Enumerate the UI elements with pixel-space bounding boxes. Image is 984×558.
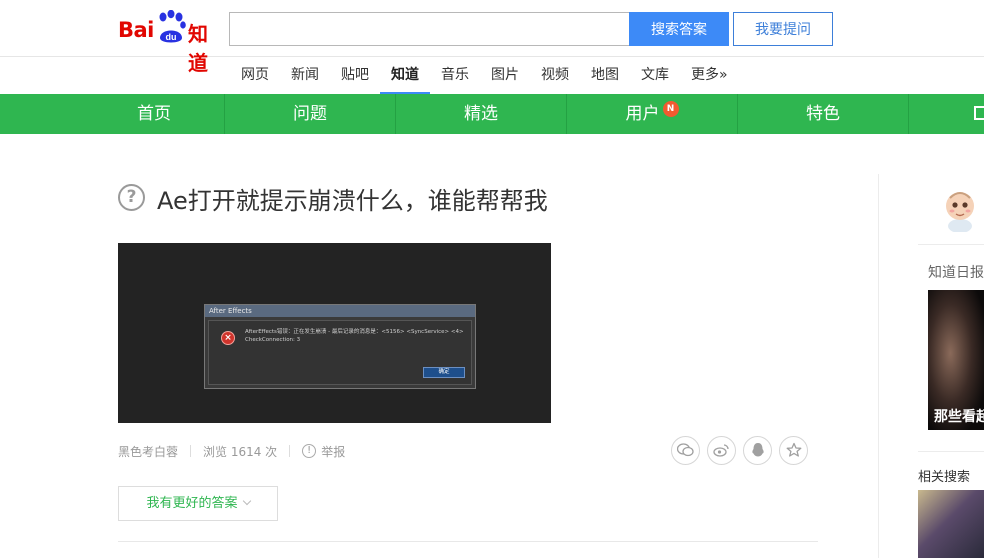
- top-header: Bai du 知道 搜索答案 我要提问: [0, 0, 984, 75]
- dialog-body: × AfterEffects错误：正在发生崩溃 - 最后记录的消息是：<5156…: [208, 320, 472, 385]
- logo-text-bai: Bai: [118, 18, 154, 42]
- favorite-star-icon[interactable]: [779, 436, 808, 465]
- report-link[interactable]: 举报: [321, 443, 345, 460]
- search-input[interactable]: [229, 12, 630, 46]
- error-dialog-image: After Effects × AfterEffects错误：正在发生崩溃 - …: [204, 304, 476, 389]
- menu-item-home[interactable]: 首页: [84, 94, 224, 134]
- sidebar-divider: [918, 451, 984, 452]
- channel-video[interactable]: 视频: [530, 57, 580, 94]
- question-meta: 黑色考白蓉 浏览 1614 次 ! 举报: [118, 442, 345, 460]
- related-search-thumbnail[interactable]: [918, 490, 984, 558]
- zhidao-daily-heading[interactable]: 知道日报: [928, 262, 984, 282]
- weibo-icon[interactable]: [707, 436, 736, 465]
- menu-item-questions[interactable]: 问题: [225, 94, 395, 134]
- sidebar-border: [878, 174, 879, 558]
- baidu-paw-icon: du: [159, 10, 186, 43]
- view-count: 浏览 1614 次: [203, 444, 278, 459]
- question-circle-icon: ?: [118, 184, 145, 211]
- search-answer-button[interactable]: 搜索答案: [629, 12, 729, 46]
- menu-item-users-label: 用户: [625, 104, 660, 124]
- channel-more[interactable]: 更多»: [680, 57, 739, 94]
- channel-web[interactable]: 网页: [230, 57, 280, 94]
- menu-item-special[interactable]: 特色: [738, 94, 908, 134]
- dialog-title: After Effects: [205, 305, 475, 317]
- baby-avatar-icon[interactable]: [940, 186, 980, 232]
- dialog-ok-button: 确定: [423, 367, 465, 378]
- dialog-message: AfterEffects错误：正在发生崩溃 - 最后记录的消息是：<5156> …: [245, 329, 464, 343]
- main-menu-bar: 首页 问题 精选 用户 N 特色: [0, 94, 984, 134]
- daily-article-image[interactable]: 那些看起: [928, 290, 984, 430]
- better-answer-label: 我有更好的答案: [146, 496, 238, 511]
- menu-extra-icon[interactable]: [974, 106, 984, 120]
- qq-icon[interactable]: [743, 436, 772, 465]
- question-screenshot-image[interactable]: After Effects × AfterEffects错误：正在发生崩溃 - …: [118, 243, 551, 423]
- question-title: Ae打开就提示崩溃什么，谁能帮帮我: [157, 187, 548, 215]
- daily-article-caption: 那些看起: [934, 409, 984, 425]
- channel-wenku[interactable]: 文库: [630, 57, 680, 94]
- menu-item-users[interactable]: 用户 N: [567, 94, 737, 134]
- channel-images[interactable]: 图片: [480, 57, 530, 94]
- meta-divider: [190, 445, 192, 457]
- logo-text-zhidao: 知道: [188, 22, 208, 75]
- error-x-icon: ×: [221, 331, 235, 345]
- menu-item-featured[interactable]: 精选: [396, 94, 566, 134]
- channel-zhidao[interactable]: 知道: [380, 57, 430, 94]
- sidebar-divider: [918, 244, 984, 245]
- ask-question-button[interactable]: 我要提问: [733, 12, 833, 46]
- wechat-icon[interactable]: [671, 436, 700, 465]
- better-answer-button[interactable]: 我有更好的答案: [118, 486, 278, 521]
- meta-divider: [289, 445, 291, 457]
- menu-divider: [908, 94, 909, 134]
- content-divider: [118, 541, 818, 542]
- channel-map[interactable]: 地图: [580, 57, 630, 94]
- baidu-zhidao-logo[interactable]: Bai du 知道: [118, 10, 222, 75]
- channel-music[interactable]: 音乐: [430, 57, 480, 94]
- channel-tieba[interactable]: 贴吧: [330, 57, 380, 94]
- chevron-down-icon: [242, 496, 251, 506]
- channel-news[interactable]: 新闻: [280, 57, 330, 94]
- related-search-heading: 相关搜索: [918, 470, 971, 485]
- author-name[interactable]: 黑色考白蓉: [118, 443, 178, 460]
- report-icon[interactable]: !: [302, 444, 317, 458]
- new-badge: N: [662, 101, 679, 117]
- channel-nav: 网页 新闻 贴吧 知道 音乐 图片 视频 地图 文库 更多»: [230, 57, 739, 94]
- logo-text-du: du: [166, 32, 177, 42]
